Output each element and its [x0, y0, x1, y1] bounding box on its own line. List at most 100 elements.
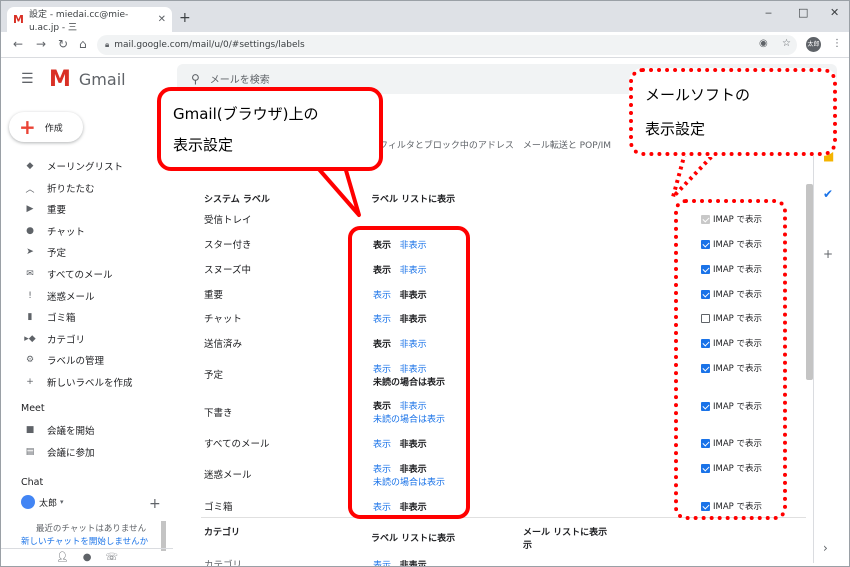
- sidebar-item-collapse[interactable]: ︿ 折りたたむ: [23, 180, 95, 196]
- sidebar-item-mailing-list[interactable]: ◆ メーリングリスト: [23, 158, 123, 174]
- add-addon-plus-icon[interactable]: +: [823, 247, 833, 261]
- chevron-down-icon[interactable]: ▾: [60, 498, 64, 506]
- spam-icon: !: [28, 291, 32, 301]
- eye-icon[interactable]: ◉: [759, 38, 768, 49]
- label-icon: ◆: [26, 161, 34, 171]
- mail-list-heading-line2: 示: [523, 541, 533, 551]
- callout-line: Gmail(ブラウザ)上の: [173, 105, 319, 123]
- category-label-list-heading: ラベル リストに表示: [371, 534, 456, 544]
- all-mail-icon: ✉: [26, 269, 34, 279]
- sidebar-item-categories[interactable]: ▸◆ カテゴリ: [23, 331, 85, 347]
- sidebar-item-label: 予定: [47, 248, 67, 259]
- sidebar-item-label: すべてのメール: [47, 270, 113, 281]
- category-heading: カテゴリ: [204, 528, 241, 538]
- label-list-column-heading: ラベル リストに表示: [371, 195, 456, 205]
- system-labels-heading: システム ラベル: [204, 195, 270, 205]
- sidebar-item-trash[interactable]: ▮ ゴミ箱: [23, 309, 76, 325]
- label-list-highlight-box: [348, 226, 470, 519]
- url-text: mail.google.com/mail/u/0/#settings/label…: [114, 40, 305, 50]
- sidebar-item-label: 折りたたむ: [47, 184, 95, 195]
- settings-tabs[interactable]: フィルタとブロック中のアドレス メール転送と POP/IM: [379, 138, 611, 151]
- compose-plus-icon: +: [19, 115, 36, 139]
- sidebar-item-create-label[interactable]: + 新しいラベルを作成: [23, 374, 133, 390]
- browser-display-callout: Gmail(ブラウザ)上の 表示設定: [157, 87, 383, 171]
- browser-tab[interactable]: M 設定 - miedai.cc@mie-u.ac.jp - 三 ✕: [7, 7, 172, 33]
- chat-user-name: 太郎: [39, 498, 58, 509]
- row-important: 重要: [204, 290, 224, 301]
- show-options-category: 表示 非表示: [373, 558, 427, 567]
- row-all-mail: すべてのメール: [204, 439, 270, 450]
- expand-panel-chevron-icon[interactable]: ›: [823, 541, 828, 555]
- meet-heading: Meet: [21, 403, 45, 414]
- home-icon[interactable]: ⌂: [79, 37, 87, 51]
- row-category: カテゴリ: [204, 560, 243, 567]
- sidebar-item-scheduled[interactable]: ➤ 予定: [23, 244, 66, 260]
- meet-start-button[interactable]: ■ 会議を開始: [23, 422, 95, 438]
- menu-dots-icon[interactable]: ⋮: [832, 38, 842, 49]
- sidebar-item-label: 迷惑メール: [47, 292, 95, 303]
- chat-user[interactable]: 太郎 ▾: [21, 495, 64, 509]
- callout-line: メールソフトの: [645, 86, 751, 104]
- compose-label: 作成: [44, 123, 63, 134]
- maximize-button[interactable]: □: [798, 6, 808, 19]
- row-starred: スター付き: [204, 240, 252, 251]
- side-rail-divider: [813, 143, 814, 563]
- sidebar-item-label: ゴミ箱: [47, 313, 76, 324]
- meet-item-label: 会議を開始: [47, 426, 95, 437]
- search-placeholder: メールを検索: [209, 75, 270, 86]
- sidebar-item-label: チャット: [47, 227, 85, 238]
- close-button[interactable]: ✕: [830, 6, 839, 19]
- row-trash: ゴミ箱: [204, 502, 233, 513]
- category-icon: ▸◆: [24, 334, 36, 344]
- address-bar: ← → ↻ ⌂ 🔒︎ mail.google.com/mail/u/0/#sett…: [1, 32, 849, 58]
- url-field[interactable]: 🔒︎ mail.google.com/mail/u/0/#settings/lab…: [97, 35, 797, 55]
- sidebar-item-label: カテゴリ: [47, 335, 86, 346]
- no-chats-text: 最近のチャットはありません: [35, 524, 147, 534]
- meet-join-button[interactable]: ▤ 会議に参加: [23, 444, 95, 460]
- new-tab-button[interactable]: +: [179, 10, 191, 26]
- collapse-icon: ︿: [25, 184, 35, 195]
- gmail-m-icon: M: [49, 67, 71, 92]
- start-chat-link[interactable]: 新しいチャットを開始しませんか: [21, 535, 148, 547]
- gmail-logo[interactable]: M Gmail: [49, 67, 126, 92]
- row-chat: チャット: [204, 314, 242, 325]
- compose-button[interactable]: + 作成: [9, 112, 83, 142]
- reload-icon[interactable]: ↻: [58, 37, 68, 51]
- profile-avatar[interactable]: 太郎: [806, 37, 821, 52]
- hangouts-icon[interactable]: ●: [83, 552, 92, 566]
- sidebar-item-all-mail[interactable]: ✉ すべてのメール: [23, 266, 112, 282]
- tab-close-icon[interactable]: ✕: [158, 14, 166, 25]
- plus-icon: +: [26, 377, 34, 387]
- tasks-icon[interactable]: ✔: [823, 187, 833, 201]
- hide-selected: 非表示: [399, 561, 427, 567]
- important-icon: ▶: [26, 204, 34, 214]
- star-icon[interactable]: ☆: [782, 38, 791, 49]
- back-icon[interactable]: ←: [13, 37, 23, 51]
- sidebar-item-label: メーリングリスト: [47, 162, 124, 173]
- video-icon: ■: [25, 425, 35, 435]
- callout-line: 表示設定: [645, 120, 706, 138]
- phone-icon[interactable]: ☏: [105, 552, 118, 566]
- mail-list-heading: メール リストに表示: [523, 528, 608, 538]
- chat-bottom-bar: 👤︎ ● ☏: [1, 548, 173, 566]
- content-scrollbar[interactable]: [806, 184, 813, 380]
- chat-heading: Chat: [21, 477, 44, 488]
- browser-window: M 設定 - miedai.cc@mie-u.ac.jp - 三 ✕ + ‒ □…: [0, 0, 850, 567]
- sidebar-item-spam[interactable]: ! 迷惑メール: [23, 288, 95, 304]
- sidebar-item-label: 重要: [47, 205, 67, 216]
- sidebar-item-chat[interactable]: ● チャット: [23, 223, 85, 239]
- sidebar-scrollbar[interactable]: [161, 521, 166, 551]
- show-link[interactable]: 表示: [373, 561, 391, 566]
- row-drafts: 下書き: [204, 408, 233, 419]
- minimize-button[interactable]: ‒: [765, 6, 772, 19]
- person-icon[interactable]: 👤︎: [56, 552, 69, 566]
- sidebar-item-label: 新しいラベルを作成: [47, 378, 133, 389]
- main-menu-icon[interactable]: ☰: [21, 71, 34, 87]
- sidebar-item-label: ラベルの管理: [47, 356, 105, 367]
- sidebar-item-manage-labels[interactable]: ⚙ ラベルの管理: [23, 352, 104, 368]
- lock-icon: 🔒︎: [105, 40, 110, 49]
- forward-icon[interactable]: →: [36, 37, 46, 51]
- new-chat-plus-icon[interactable]: +: [149, 496, 161, 512]
- sidebar-item-important[interactable]: ▶ 重要: [23, 201, 66, 217]
- mail-client-display-callout: メールソフトの 表示設定: [629, 68, 837, 156]
